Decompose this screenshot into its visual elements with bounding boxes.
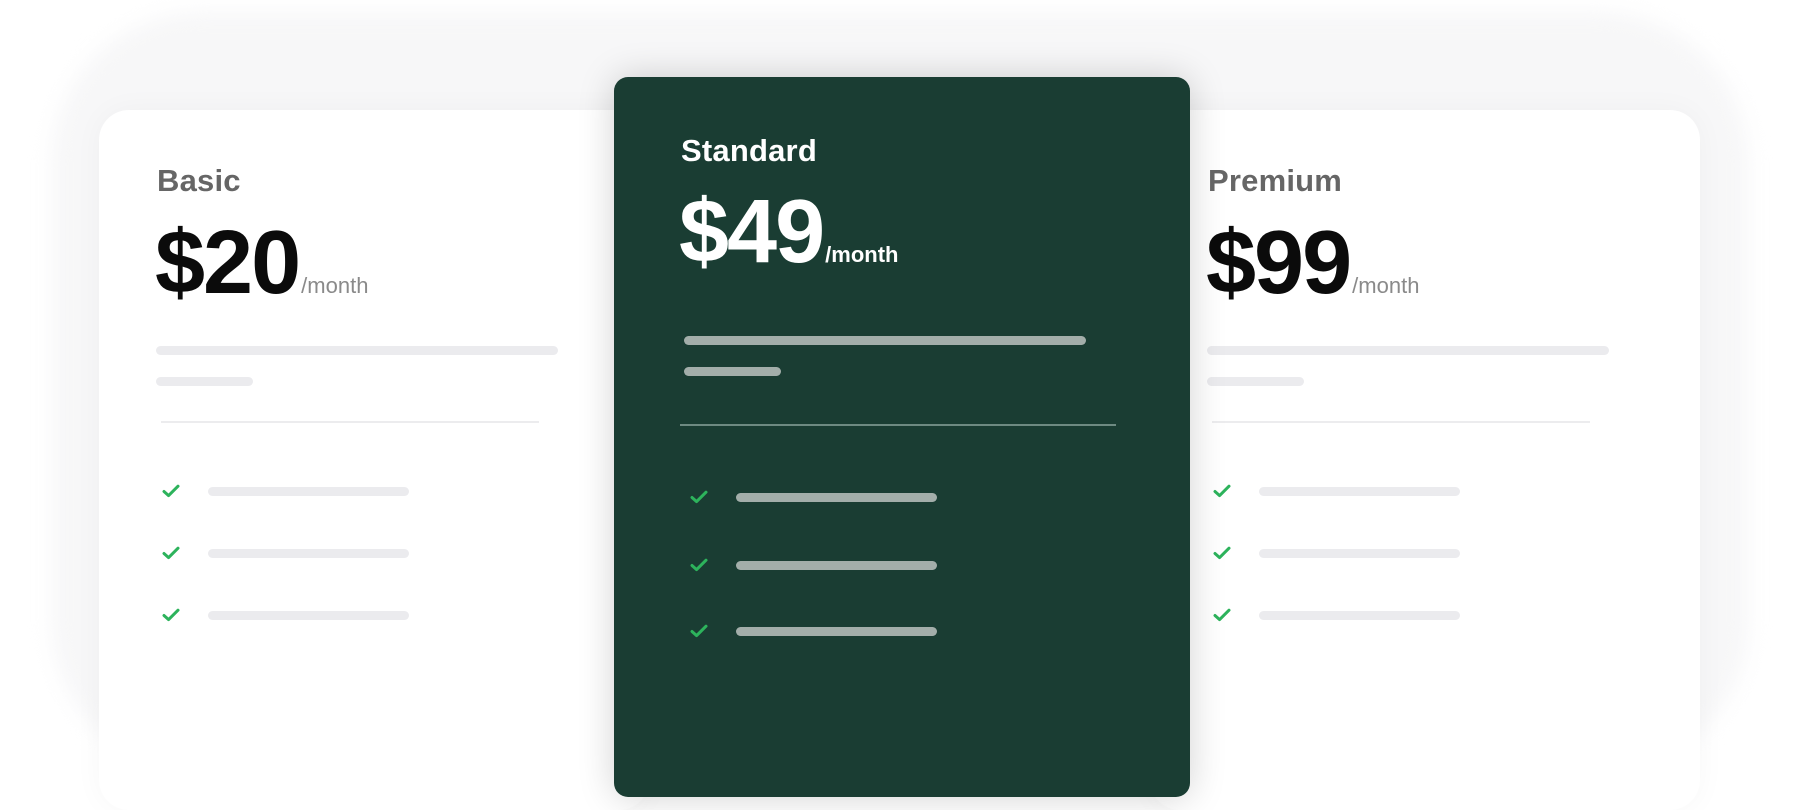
description-placeholder-line bbox=[684, 367, 781, 376]
card-divider bbox=[1212, 421, 1590, 423]
check-icon bbox=[1211, 542, 1233, 564]
billing-period: /month bbox=[825, 242, 899, 267]
description-placeholder-line bbox=[1207, 377, 1304, 386]
feature-placeholder-line bbox=[1259, 548, 1460, 558]
description-placeholder-line bbox=[156, 346, 558, 355]
description-placeholder-line bbox=[1207, 346, 1609, 355]
feature-placeholder-line bbox=[208, 486, 409, 496]
feature-placeholder-line bbox=[736, 626, 937, 636]
price-row: $20 /month bbox=[155, 218, 368, 308]
feature-placeholder-line bbox=[736, 560, 937, 570]
check-icon bbox=[160, 604, 182, 626]
feature-item bbox=[688, 486, 937, 508]
billing-period: /month bbox=[301, 273, 369, 298]
price-row: $99 /month bbox=[1206, 218, 1419, 308]
feature-item bbox=[1211, 604, 1460, 626]
check-icon bbox=[160, 480, 182, 502]
feature-item bbox=[160, 542, 409, 564]
check-icon bbox=[688, 554, 710, 576]
check-icon bbox=[160, 542, 182, 564]
feature-item bbox=[1211, 480, 1460, 502]
check-icon bbox=[1211, 604, 1233, 626]
pricing-card-standard[interactable]: Standard $49 /month bbox=[614, 77, 1190, 797]
description-placeholder-line bbox=[156, 377, 253, 386]
plan-name: Basic bbox=[157, 163, 241, 198]
plan-price: $99 bbox=[1206, 213, 1352, 313]
billing-period: /month bbox=[1352, 273, 1420, 298]
check-icon bbox=[688, 486, 710, 508]
feature-item bbox=[688, 620, 937, 642]
feature-placeholder-line bbox=[208, 548, 409, 558]
feature-item bbox=[688, 554, 937, 576]
feature-placeholder-line bbox=[736, 492, 937, 502]
price-row: $49 /month bbox=[679, 187, 899, 277]
feature-placeholder-line bbox=[1259, 610, 1460, 620]
feature-item bbox=[160, 604, 409, 626]
check-icon bbox=[1211, 480, 1233, 502]
card-divider bbox=[161, 421, 539, 423]
check-icon bbox=[688, 620, 710, 642]
pricing-card-basic[interactable]: Basic $20 /month bbox=[99, 110, 649, 810]
feature-placeholder-line bbox=[1259, 486, 1460, 496]
card-divider bbox=[680, 424, 1116, 426]
plan-name: Premium bbox=[1208, 163, 1343, 198]
pricing-card-premium[interactable]: Premium $99 /month bbox=[1150, 110, 1700, 810]
feature-placeholder-line bbox=[208, 610, 409, 620]
plan-name: Standard bbox=[681, 133, 817, 168]
feature-item bbox=[160, 480, 409, 502]
description-placeholder-line bbox=[684, 336, 1086, 345]
feature-item bbox=[1211, 542, 1460, 564]
plan-price: $20 bbox=[155, 213, 301, 313]
plan-price: $49 bbox=[679, 182, 825, 282]
